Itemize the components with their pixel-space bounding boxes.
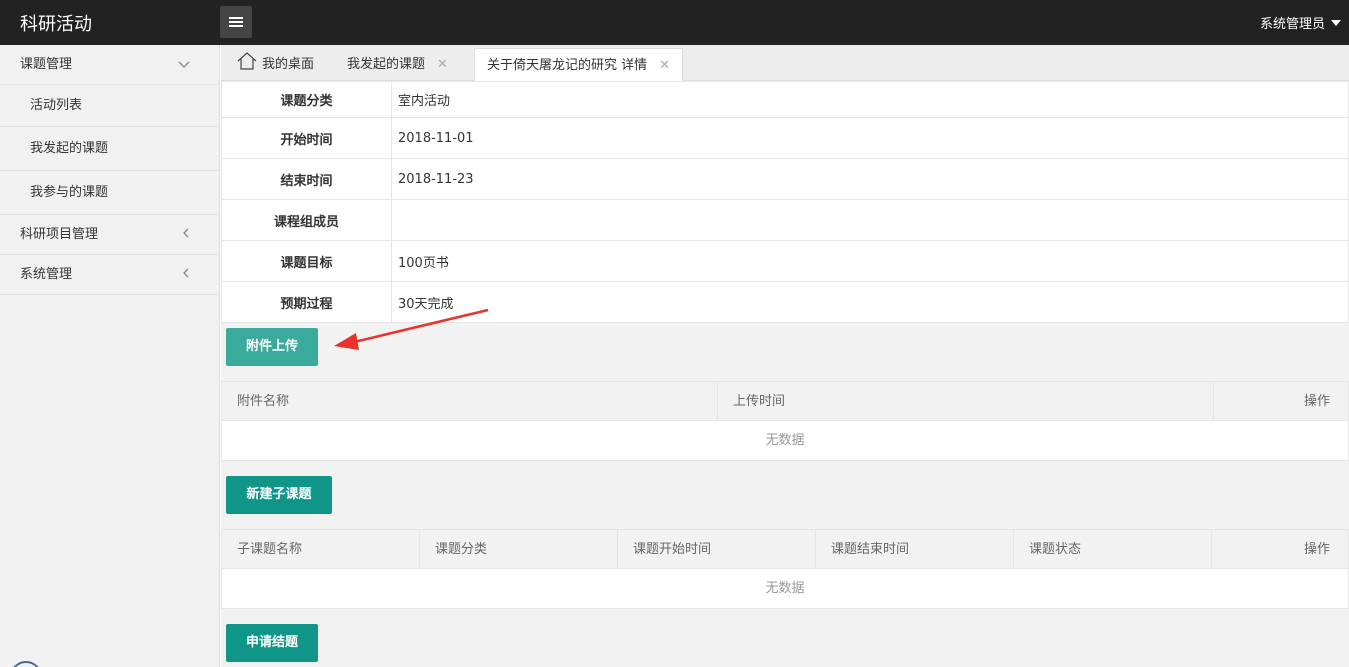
menu-icon-line [229,21,243,23]
detail-row: 开始时间 2018-11-01 [221,117,1349,159]
detail-label: 开始时间 [221,117,392,159]
upload-attachment-button[interactable]: 附件上传 [226,328,318,366]
detail-value: 2018-11-23 [391,158,1349,200]
sidebar-item-my-participated-topics[interactable]: 我参与的课题 [0,171,219,215]
column-header: 上传时间 [718,382,1214,421]
menu-toggle-button[interactable] [220,6,252,38]
column-header: 附件名称 [222,382,718,421]
tab-topic-detail[interactable]: 关于倚天屠龙记的研究 详情 ✕ [474,48,684,82]
detail-value: 100页书 [391,240,1349,282]
tab-label: 关于倚天屠龙记的研究 详情 [487,58,648,73]
tab-desktop[interactable]: 我的桌面 [225,48,326,81]
apply-close-topic-button[interactable]: 申请结题 [226,624,318,662]
detail-value [391,199,1349,241]
detail-label: 预期过程 [221,281,392,323]
caret-down-icon [1331,20,1341,26]
detail-value: 室内活动 [391,81,1349,118]
column-header: 课题分类 [420,530,618,569]
attachments-table: 附件名称 上传时间 操作 无数据 [221,381,1349,461]
detail-label: 课程组成员 [221,199,392,241]
sidebar-group-label: 科研项目管理 [20,227,99,242]
tab-my-initiated-topics[interactable]: 我发起的课题 ✕ [335,48,460,81]
sidebar-item-my-initiated-topics[interactable]: 我发起的课题 [0,127,219,171]
user-menu[interactable]: 系统管理员 [1260,13,1341,32]
detail-value: 2018-11-01 [391,117,1349,159]
empty-state: 无数据 [765,581,805,596]
column-header: 课题结束时间 [816,530,1014,569]
detail-row: 课题目标 100页书 [221,240,1349,282]
menu-icon-line [229,25,243,27]
tab-bar: 我的桌面 我发起的课题 ✕ 关于倚天屠龙记的研究 详情 ✕ [221,45,1349,82]
column-header: 操作 [1303,542,1330,557]
detail-label: 课题分类 [221,81,392,118]
home-icon [237,50,257,83]
chevron-down-icon [177,45,191,100]
detail-row: 课题分类 室内活动 [221,81,1349,118]
main-content: 课题分类 室内活动 开始时间 2018-11-01 结束时间 2018-11-2… [221,81,1349,667]
column-header: 课题开始时间 [618,530,816,569]
table-header: 附件名称 上传时间 操作 [222,382,1348,421]
topic-detail-table: 课题分类 室内活动 开始时间 2018-11-01 结束时间 2018-11-2… [221,81,1349,323]
menu-icon [229,17,243,19]
tab-label: 我发起的课题 [347,57,426,72]
user-name: 系统管理员 [1259,17,1325,32]
detail-label: 课题目标 [221,240,392,282]
detail-label: 结束时间 [221,158,392,200]
chevron-left-icon [181,255,191,310]
tab-label: 我的桌面 [262,57,315,72]
column-header: 操作 [1303,394,1330,409]
sidebar-group-label: 课题管理 [20,57,73,72]
close-icon[interactable]: ✕ [437,57,448,72]
top-bar: 科研活动 系统管理员 [0,0,1349,45]
column-header: 课题状态 [1014,530,1212,569]
detail-row: 结束时间 2018-11-23 [221,158,1349,200]
app-title: 科研活动 [20,14,92,35]
table-header: 子课题名称 课题分类 课题开始时间 课题结束时间 课题状态 操作 [222,530,1348,569]
detail-row: 课程组成员 [221,199,1349,241]
sidebar-group-system-management[interactable]: 系统管理 [0,255,219,295]
detail-value: 30天完成 [391,281,1349,323]
subtopics-table: 子课题名称 课题分类 课题开始时间 课题结束时间 课题状态 操作 无数据 [221,529,1349,609]
sidebar-group-research-projects[interactable]: 科研项目管理 [0,215,219,255]
new-subtopic-button[interactable]: 新建子课题 [226,476,332,514]
empty-state: 无数据 [765,433,805,448]
sidebar-group-label: 系统管理 [20,267,73,282]
close-icon[interactable]: ✕ [659,58,670,73]
detail-row: 预期过程 30天完成 [221,281,1349,323]
sidebar: 课题管理 活动列表 我发起的课题 我参与的课题 科研项目管理 系统管理 [0,45,220,667]
column-header: 子课题名称 [222,530,420,569]
logo-icon [10,661,42,667]
sidebar-group-topic-management[interactable]: 课题管理 [0,45,219,85]
